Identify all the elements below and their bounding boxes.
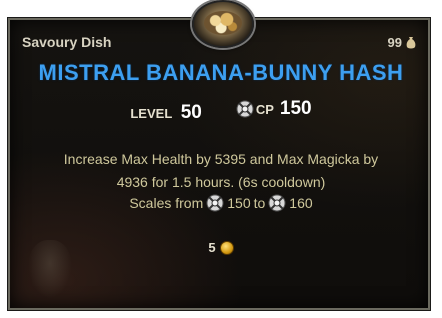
food-icon [192,0,254,48]
champion-point-icon [206,194,224,212]
item-stats: LEVEL 50 CP 150 [0,98,442,124]
scales-prefix: Scales from [129,195,204,211]
champion-point-icon [236,100,254,118]
description-line-2: 4936 for 1.5 hours. (6s cooldown) [116,174,326,190]
gold-icon [219,240,234,255]
item-count-value: 5 [208,240,216,255]
champion-point-icon [268,194,286,212]
cp-label: CP [255,101,274,117]
item-description: Increase Max Health by 5395 and Max Magi… [0,148,442,194]
cp-value: 150 [279,98,312,119]
level-label: LEVEL [130,106,173,121]
description-line-1: Increase Max Health by 5395 and Max Magi… [63,151,379,167]
scales-from-value: 150 [227,195,251,211]
item-subtype: Savoury Dish [22,34,112,50]
scales-to-value: 160 [289,195,313,211]
level-stat: LEVEL 50 [130,102,202,124]
item-value-amount: 99 [387,35,402,50]
item-count: 5 [0,240,442,255]
cp-stat: CP 150 [236,98,312,120]
bag-icon [406,36,416,48]
item-value: 99 [388,35,416,50]
scales-to-word: to [253,195,266,211]
item-name: MISTRAL BANANA-BUNNY HASH [38,60,404,85]
level-value: 50 [180,102,202,123]
scales-line: Scales from 150 to 160 [0,194,442,212]
